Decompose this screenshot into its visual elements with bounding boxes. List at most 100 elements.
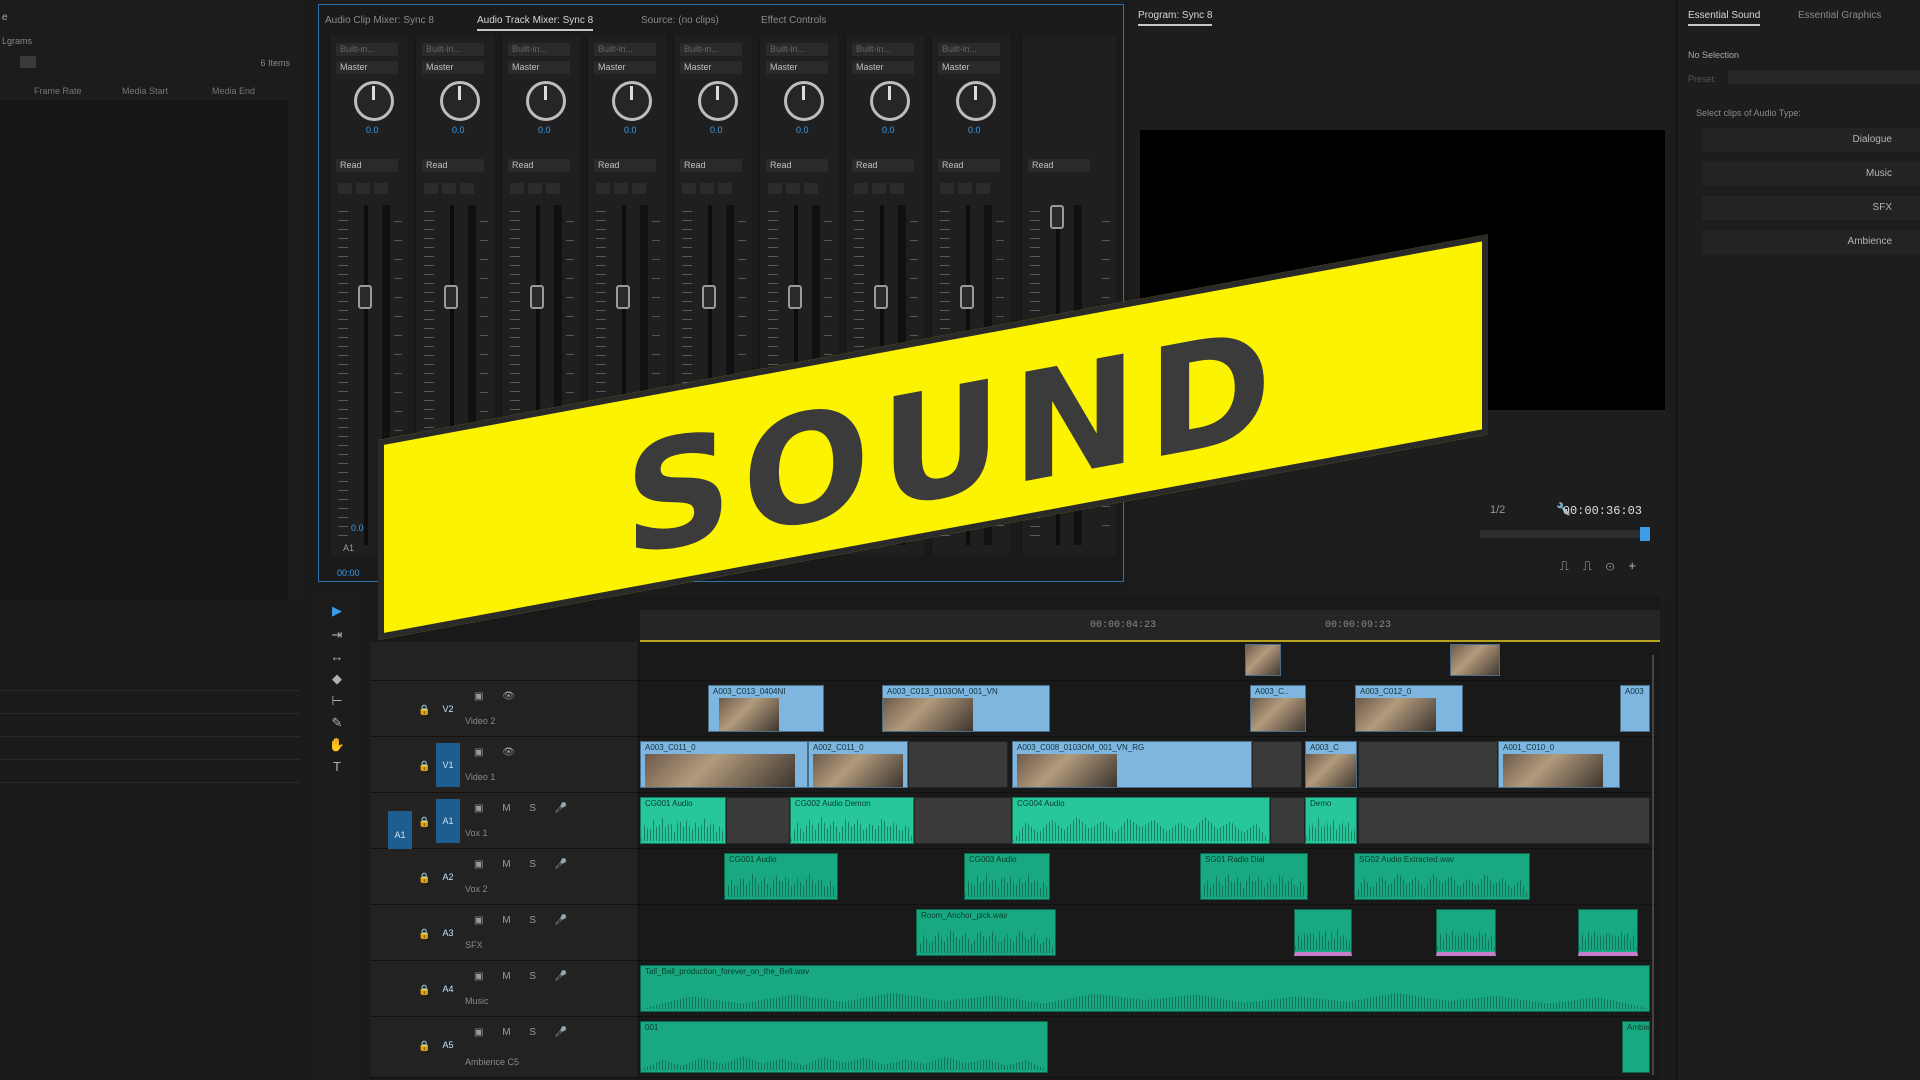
track-id[interactable]: V1 — [436, 743, 460, 787]
pen-tool-icon[interactable]: ✎ — [328, 715, 346, 731]
mute-solo-record-buttons[interactable] — [510, 183, 570, 195]
tab-source[interactable]: Source: (no clips) — [641, 15, 719, 26]
mute-solo-record-buttons[interactable] — [682, 183, 742, 195]
automation-mode-select[interactable]: Read — [508, 159, 570, 172]
clip[interactable]: Ambience_002_HCM.wav — [1622, 1021, 1650, 1073]
clip[interactable]: SG01 Radio Dial — [1200, 853, 1308, 900]
clip[interactable]: SG02 Audio Extracted.wav — [1354, 853, 1530, 900]
column-media-end[interactable]: Media End — [212, 86, 255, 96]
sfx-button[interactable]: SFX — [1702, 196, 1920, 220]
track-id[interactable]: A1 — [436, 799, 460, 843]
hand-tool-icon[interactable]: ✋ — [328, 737, 346, 753]
automation-mode-select[interactable]: Read — [422, 159, 484, 172]
column-media-start[interactable]: Media Start — [122, 86, 168, 96]
input-select[interactable]: Built-in... — [938, 43, 1000, 56]
output-select[interactable]: Master — [766, 61, 828, 74]
mute-solo-record-buttons[interactable] — [768, 183, 828, 195]
visibility-icon[interactable]: ▣ 👁 — [474, 691, 523, 702]
clip[interactable]: Demo — [1305, 797, 1357, 844]
clip[interactable]: CG001 Audio — [724, 853, 838, 900]
volume-fader[interactable] — [444, 285, 458, 309]
type-tool-icon[interactable]: T — [328, 759, 346, 775]
mute-solo-record-buttons[interactable] — [596, 183, 656, 195]
clip[interactable]: 001 — [640, 1021, 1048, 1073]
clip[interactable]: A003_C.. — [1250, 685, 1306, 732]
slip-tool-icon[interactable]: ⊢ — [328, 693, 346, 709]
pan-knob[interactable] — [354, 81, 394, 121]
automation-mode-select[interactable]: Read — [852, 159, 914, 172]
clip[interactable] — [1245, 644, 1281, 676]
razor-tool-icon[interactable]: ◆ — [328, 671, 346, 687]
clip[interactable]: A002_C011_0 — [808, 741, 908, 788]
clip[interactable]: A003 — [1620, 685, 1650, 732]
clip[interactable]: A003_C — [1305, 741, 1357, 788]
timeline-vertical-scrollbar[interactable] — [1652, 655, 1654, 1075]
dialogue-button[interactable]: Dialogue — [1702, 128, 1920, 152]
input-select[interactable]: Built-in... — [422, 43, 484, 56]
pan-knob[interactable] — [612, 81, 652, 121]
lock-icon[interactable]: 🔒 — [418, 705, 430, 716]
volume-fader[interactable] — [530, 285, 544, 309]
input-select[interactable]: Built-in... — [766, 43, 828, 56]
mute-solo-icons[interactable]: ▣ M S 🎤 — [474, 1027, 575, 1038]
mute-solo-record-buttons[interactable] — [424, 183, 484, 195]
output-select[interactable]: Master — [422, 61, 484, 74]
volume-fader[interactable] — [616, 285, 630, 309]
track-id[interactable]: A2 — [436, 855, 460, 899]
pan-knob[interactable] — [440, 81, 480, 121]
lock-icon[interactable]: 🔒 — [418, 817, 430, 828]
pan-knob[interactable] — [526, 81, 566, 121]
clip[interactable] — [1450, 644, 1500, 676]
mute-solo-icons[interactable]: ▣ M S 🎤 — [474, 803, 575, 814]
clip[interactable]: A003_C013_0103OM_001_VN — [882, 685, 1050, 732]
lock-icon[interactable]: 🔒 — [418, 873, 430, 884]
clip[interactable] — [1294, 909, 1352, 956]
clip[interactable] — [1578, 909, 1638, 956]
mute-solo-icons[interactable]: ▣ M S 🎤 — [474, 915, 575, 926]
clip[interactable]: A003_C008_0103OM_001_VN_RG — [1012, 741, 1252, 788]
time-ruler[interactable]: 00:00:04:23 00:00:09:23 — [640, 610, 1660, 642]
pan-knob[interactable] — [698, 81, 738, 121]
lock-icon[interactable]: 🔒 — [418, 985, 430, 996]
track-select-tool-icon[interactable]: ⇥ — [328, 627, 346, 643]
list-view-icon[interactable] — [20, 56, 36, 68]
mute-solo-icons[interactable]: ▣ M S 🎤 — [474, 859, 575, 870]
master-fader[interactable] — [1050, 205, 1064, 229]
clip[interactable]: Room_Anchor_pick.wav — [916, 909, 1056, 956]
track-id[interactable]: A4 — [436, 967, 460, 1011]
selection-tool-icon[interactable]: ▶ — [328, 603, 346, 619]
track-id[interactable]: V2 — [436, 687, 460, 731]
mute-solo-icons[interactable]: ▣ M S 🎤 — [474, 971, 575, 982]
lock-icon[interactable]: 🔒 — [418, 1041, 430, 1052]
output-select[interactable]: Master — [680, 61, 742, 74]
output-select[interactable]: Master — [938, 61, 1000, 74]
program-scrub-bar[interactable] — [1480, 527, 1650, 541]
output-select[interactable]: Master — [508, 61, 570, 74]
volume-fader[interactable] — [358, 285, 372, 309]
output-select[interactable]: Master — [594, 61, 656, 74]
visibility-icon[interactable]: ▣ 👁 — [474, 747, 523, 758]
tab-audio-clip-mixer[interactable]: Audio Clip Mixer: Sync 8 — [325, 15, 434, 26]
automation-mode-select[interactable]: Read — [336, 159, 398, 172]
ambience-button[interactable]: Ambience — [1702, 230, 1920, 254]
input-select[interactable]: Built-in... — [680, 43, 742, 56]
lock-icon[interactable]: 🔒 — [418, 929, 430, 940]
clip[interactable]: A003_C013_0404NI — [708, 685, 824, 732]
clip[interactable]: Tall_Ball_production_forever_on_the_Bell… — [640, 965, 1650, 1012]
automation-mode-select[interactable]: Read — [938, 159, 1000, 172]
track-id[interactable]: A5 — [436, 1023, 460, 1067]
tab-program[interactable]: Program: Sync 8 — [1138, 10, 1213, 26]
automation-mode-select[interactable]: Read — [594, 159, 656, 172]
preset-select[interactable] — [1728, 70, 1920, 84]
pan-knob[interactable] — [956, 81, 996, 121]
volume-fader[interactable] — [874, 285, 888, 309]
program-transport-controls[interactable]: ⎍⎍⊙+ — [1560, 558, 1650, 574]
clip[interactable] — [1436, 909, 1496, 956]
clip[interactable]: A001_C010_0 — [1498, 741, 1620, 788]
input-select[interactable]: Built-in... — [852, 43, 914, 56]
column-frame-rate[interactable]: Frame Rate — [34, 86, 82, 96]
clip[interactable]: CG004 Audio — [1012, 797, 1270, 844]
volume-fader[interactable] — [702, 285, 716, 309]
pan-knob[interactable] — [784, 81, 824, 121]
tab-audio-track-mixer[interactable]: Audio Track Mixer: Sync 8 — [477, 15, 594, 31]
